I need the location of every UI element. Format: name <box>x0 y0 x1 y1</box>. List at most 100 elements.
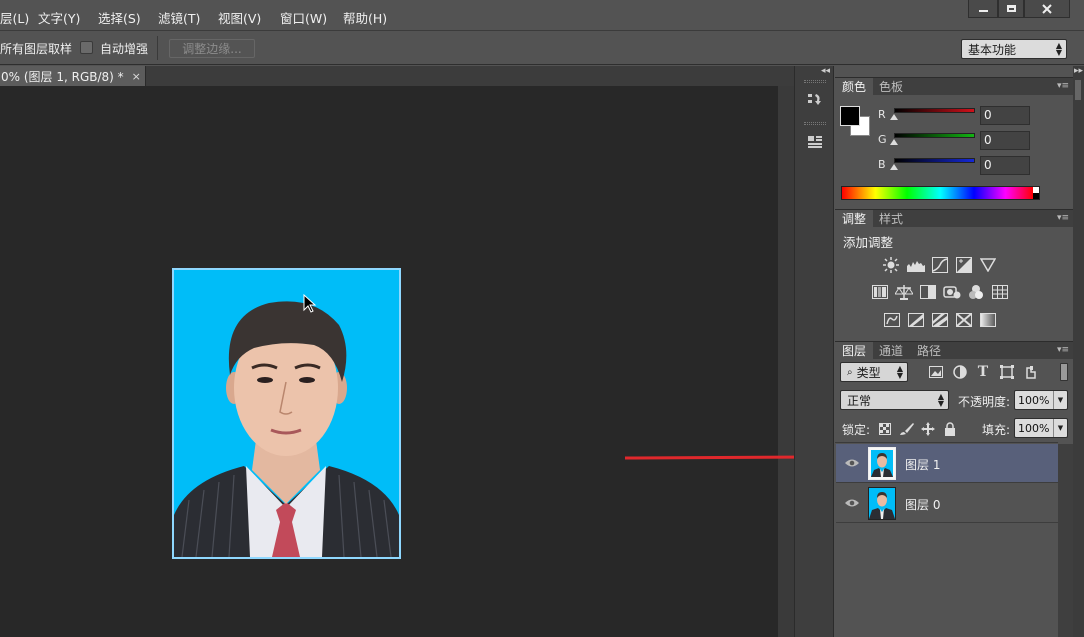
collapse-arrows-icon[interactable]: ◂◂ <box>821 66 830 76</box>
layer-filter-value: 类型 <box>856 365 881 380</box>
lock-all-icon[interactable] <box>940 419 960 439</box>
opacity-dropdown-icon[interactable]: ▼ <box>1053 391 1067 409</box>
history-icon <box>808 94 821 105</box>
layers-scrollbar[interactable] <box>1058 444 1073 637</box>
opacity-field[interactable]: 100% ▼ <box>1014 390 1068 410</box>
layer-filter-select[interactable]: ⌕ 类型 ▲ ▼ <box>840 362 908 382</box>
panel-scrollbar[interactable]: ▸▸ <box>1073 66 1084 637</box>
panel-menu-icon[interactable]: ▾≡ <box>1057 213 1069 223</box>
color-panel-tabs: 颜色 色板 ▾≡ <box>835 77 1073 96</box>
red-slider[interactable] <box>894 108 975 113</box>
minimize-icon <box>978 10 988 12</box>
maximize-icon <box>1006 5 1016 12</box>
photo-filter-icon[interactable] <box>942 282 962 302</box>
posterize-icon[interactable] <box>906 310 926 330</box>
stepper-arrows-icon: ▲ ▼ <box>896 364 903 380</box>
strip-grip[interactable] <box>804 80 826 83</box>
blend-mode-select[interactable]: 正常 ▲ ▼ <box>840 390 949 410</box>
selective-color-icon[interactable] <box>954 310 974 330</box>
menu-view[interactable]: 视图(V) <box>218 8 261 27</box>
fill-field[interactable]: 100% ▼ <box>1014 418 1068 438</box>
fill-dropdown-icon[interactable]: ▼ <box>1053 419 1067 437</box>
vibrance-icon[interactable] <box>978 255 998 275</box>
levels-icon[interactable] <box>906 255 926 275</box>
panel-menu-icon[interactable]: ▾≡ <box>1057 81 1069 91</box>
blue-slider[interactable] <box>894 158 975 163</box>
layer-row-layer-1[interactable]: 图层 1 <box>836 444 1058 483</box>
close-window-button[interactable] <box>1024 0 1070 18</box>
lock-transparent-icon[interactable] <box>875 419 895 439</box>
color-lookup-icon[interactable] <box>990 282 1010 302</box>
brightness-contrast-icon[interactable] <box>881 255 901 275</box>
visibility-eye-icon[interactable] <box>844 457 860 469</box>
threshold-icon[interactable] <box>930 310 950 330</box>
minimize-button[interactable] <box>968 0 998 18</box>
document-tab-title: 0% (图层 1, RGB/8) * <box>1 69 124 84</box>
fill-value: 100% <box>1018 422 1050 435</box>
slider-thumb-icon[interactable] <box>890 114 898 120</box>
visibility-eye-icon[interactable] <box>844 497 860 509</box>
gradient-map-icon[interactable] <box>978 310 998 330</box>
panel-menu-icon[interactable]: ▾≡ <box>1057 345 1069 355</box>
white-swatch[interactable] <box>1033 187 1039 193</box>
green-slider[interactable] <box>894 133 975 138</box>
refine-edge-button[interactable]: 调整边缘... <box>169 39 255 58</box>
color-spectrum-bar[interactable] <box>841 186 1040 200</box>
properties-button[interactable] <box>803 130 827 154</box>
filter-smart-object-icon[interactable] <box>1021 362 1041 382</box>
channel-mixer-icon[interactable] <box>966 282 986 302</box>
invert-icon[interactable] <box>882 310 902 330</box>
tab-adjustments[interactable]: 调整 <box>835 210 874 228</box>
exposure-icon[interactable] <box>954 255 974 275</box>
search-icon: ⌕ <box>847 366 853 378</box>
green-value-field[interactable]: 0 <box>980 131 1030 150</box>
foreground-color-swatch[interactable] <box>840 106 860 126</box>
tab-styles[interactable]: 样式 <box>872 210 910 228</box>
menu-filter[interactable]: 滤镜(T) <box>158 8 200 27</box>
strip-grip[interactable] <box>804 122 826 125</box>
history-button[interactable] <box>803 88 827 112</box>
lock-pixels-brush-icon[interactable] <box>897 419 917 439</box>
stepper-arrows-icon: ▲ ▼ <box>937 392 944 408</box>
tab-swatches[interactable]: 色板 <box>872 78 910 96</box>
filter-pixel-icon[interactable] <box>926 362 946 382</box>
scroll-thumb[interactable] <box>1075 80 1081 100</box>
red-value-field[interactable]: 0 <box>980 106 1030 125</box>
curves-icon[interactable] <box>930 255 950 275</box>
lock-position-move-icon[interactable] <box>918 419 938 439</box>
layer-row-layer-0[interactable]: 图层 0 <box>836 484 1058 523</box>
slider-thumb-icon[interactable] <box>890 139 898 145</box>
layer-name[interactable]: 图层 1 <box>905 456 940 473</box>
tab-channels[interactable]: 通道 <box>872 342 910 360</box>
close-tab-icon[interactable]: × <box>132 70 141 83</box>
auto-enhance-checkbox[interactable] <box>80 41 93 54</box>
filter-toggle-switch[interactable] <box>1060 363 1068 381</box>
maximize-button[interactable] <box>998 0 1024 18</box>
menu-layer[interactable]: 层(L) <box>0 8 29 27</box>
document-tab[interactable]: 0% (图层 1, RGB/8) * × <box>0 66 146 86</box>
tab-paths[interactable]: 路径 <box>910 342 948 360</box>
filter-shape-icon[interactable] <box>997 362 1017 382</box>
expand-arrows-icon[interactable]: ▸▸ <box>1074 66 1083 76</box>
slider-thumb-icon[interactable] <box>890 164 898 170</box>
color-balance-icon[interactable] <box>894 282 914 302</box>
menu-help[interactable]: 帮助(H) <box>343 8 387 27</box>
menu-select[interactable]: 选择(S) <box>98 8 141 27</box>
menu-type[interactable]: 文字(Y) <box>38 8 80 27</box>
filter-type-icon[interactable]: T <box>973 362 993 382</box>
close-icon <box>1042 3 1052 14</box>
workspace-select[interactable]: 基本功能 ▲ ▼ <box>961 39 1067 59</box>
canvas-scrollbar[interactable] <box>778 86 794 637</box>
blue-value-field[interactable]: 0 <box>980 156 1030 175</box>
black-white-icon[interactable] <box>918 282 938 302</box>
tab-layers[interactable]: 图层 <box>835 342 874 360</box>
toolbar-divider <box>157 36 158 60</box>
id-photo[interactable] <box>172 268 401 559</box>
layer-name[interactable]: 图层 0 <box>905 496 940 513</box>
portrait-image <box>174 270 399 557</box>
menu-window[interactable]: 窗口(W) <box>280 8 327 27</box>
hue-saturation-icon[interactable] <box>870 282 890 302</box>
channel-label-g: G <box>878 133 887 146</box>
tab-color[interactable]: 颜色 <box>835 78 874 96</box>
filter-adjustment-icon[interactable] <box>950 362 970 382</box>
